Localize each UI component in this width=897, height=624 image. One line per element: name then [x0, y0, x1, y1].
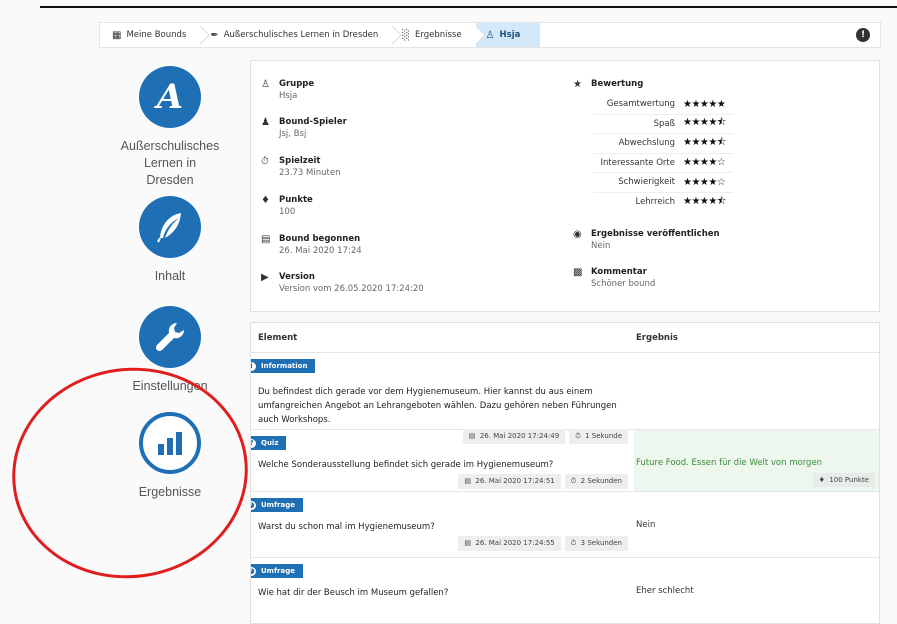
- element-type-badge: ◕ Umfrage: [251, 498, 303, 512]
- results-table: Element Ergebnis i Information Du befind…: [250, 322, 880, 624]
- table-row: ? Quiz Welche Sonderausstellung befindet…: [251, 430, 879, 492]
- result-cell: Future Food. Essen für die Welt von morg…: [634, 430, 879, 491]
- timestamp-badge: ▤ 26. Mai 2020 17:24:55: [458, 536, 561, 551]
- sidebar-item-bound[interactable]: A Außerschulisches Lernen in Dresden: [120, 66, 220, 189]
- duration-badge: ⏱ 3 Sekunden: [564, 536, 628, 551]
- wrench-icon: [139, 306, 201, 368]
- details-panel: ♙ Gruppe Hsja ♟ Bound-Spieler Jsj, Bsj ⏱…: [250, 60, 880, 312]
- comments-icon: ▩: [573, 267, 583, 278]
- element-text: Warst du schon mal im Hygienemuseum?: [258, 522, 435, 532]
- star-icon: ★: [573, 79, 582, 90]
- feather-icon: [139, 196, 201, 258]
- group-icon: ♙: [261, 79, 270, 90]
- play-icon: ▶: [261, 272, 269, 283]
- answer-text: Future Food. Essen für die Welt von morg…: [636, 458, 823, 468]
- stars-icon: ★★★★⯪: [683, 195, 726, 207]
- rating-row-abwechslung: Abwechslung ★★★★⯪: [593, 134, 733, 154]
- duration-badge: ⏱ 2 Sekunden: [564, 474, 628, 489]
- rating-row-lehrreich: Lehrreich ★★★★⯪: [593, 193, 733, 213]
- stopwatch-icon: ⏱: [261, 156, 269, 167]
- trophy-icon: ♦: [261, 195, 270, 206]
- info-icon[interactable]: !: [856, 28, 870, 42]
- sidebar-item-einstellungen[interactable]: Einstellungen: [120, 306, 220, 395]
- grid-icon: ▦: [112, 29, 122, 41]
- detail-begonnen: ▤ Bound begonnen 26. Mai 2020 17:24: [261, 234, 362, 256]
- rating-heading: ★ Bewertung: [573, 79, 644, 90]
- question-circle-icon: ?: [251, 438, 256, 448]
- bar-chart-icon: [139, 412, 201, 474]
- rating-row-orte: Interessante Orte ★★★★☆: [593, 154, 733, 173]
- sidebar-item-ergebnisse[interactable]: Ergebnisse: [120, 412, 220, 501]
- result-cell: Nein: [634, 492, 879, 557]
- breadcrumb-ergebnisse[interactable]: ░ Ergebnisse: [392, 23, 475, 47]
- table-row: ◕ Umfrage Warst du schon mal im Hygienem…: [251, 492, 879, 558]
- stars-icon: ★★★★★: [683, 98, 726, 110]
- bar-chart-icon: ░: [402, 29, 410, 41]
- sidebar-item-label: Ergebnisse: [138, 485, 202, 499]
- rating-row-spass: Spaß ★★★★⯪: [593, 115, 733, 134]
- result-cell: [634, 353, 879, 429]
- user-icon: ♟: [261, 117, 270, 128]
- logo-a-icon: A: [139, 66, 201, 128]
- detail-veroeffentlichen: ◉ Ergebnisse veröffentlichen Nein: [573, 229, 720, 251]
- breadcrumb: ▦ Meine Bounds ✒ Außerschulisches Lernen…: [99, 22, 881, 48]
- detail-spieler: ♟ Bound-Spieler Jsj, Bsj: [261, 117, 347, 139]
- timestamp-badge: ▤ 26. Mai 2020 17:24:51: [458, 474, 561, 489]
- detail-gruppe: ♙ Gruppe Hsja: [261, 79, 315, 101]
- detail-spielzeit: ⏱ Spielzeit 23.73 Minuten: [261, 156, 341, 178]
- table-row: i Information Du befindest dich gerade v…: [251, 353, 879, 444]
- globe-icon: ◉: [573, 229, 582, 240]
- element-text: Wie hat dir der Beusch im Museum gefalle…: [258, 588, 449, 598]
- table-row: ◕ Umfrage Wie hat dir der Beusch im Muse…: [251, 558, 879, 618]
- element-type-badge: ? Quiz: [251, 436, 287, 450]
- element-text: Welche Sonderausstellung befindet sich g…: [258, 460, 554, 470]
- feather-icon: ✒: [210, 29, 219, 41]
- sidebar-item-label: Außerschulisches Lernen in Dresden: [120, 139, 220, 187]
- results-header: Element Ergebnis: [251, 323, 879, 353]
- answer-text: Eher schlecht: [636, 586, 694, 596]
- breadcrumb-bound[interactable]: ✒ Außerschulisches Lernen in Dresden: [200, 23, 392, 47]
- top-border-line: [40, 6, 897, 8]
- result-cell: Eher schlecht: [634, 558, 879, 618]
- group-icon: ♙: [485, 29, 495, 41]
- sidebar-item-inhalt[interactable]: Inhalt: [120, 196, 220, 285]
- detail-version: ▶ Version Version vom 26.05.2020 17:24:2…: [261, 272, 424, 294]
- stars-icon: ★★★★⯪: [683, 117, 726, 129]
- pie-chart-icon: ◕: [251, 566, 256, 576]
- detail-kommentar: ▩ Kommentar Schöner bound: [573, 267, 656, 289]
- element-type-badge: ◕ Umfrage: [251, 564, 303, 578]
- sidebar-item-label: Inhalt: [154, 269, 186, 283]
- calendar-icon: ▤: [261, 234, 271, 245]
- rating-row-gesamtwertung: Gesamtwertung ★★★★★: [593, 95, 733, 115]
- detail-punkte: ♦ Punkte 100: [261, 195, 313, 217]
- stars-icon: ★★★★☆: [683, 176, 726, 188]
- rating-row-schwierigkeit: Schwierigkeit ★★★★☆: [593, 173, 733, 193]
- rating-list: Gesamtwertung ★★★★★ Spaß ★★★★⯪ Abwechslu…: [593, 95, 733, 212]
- answer-text: Nein: [636, 520, 656, 530]
- pie-chart-icon: ◕: [251, 500, 256, 510]
- stars-icon: ★★★★☆: [683, 157, 726, 169]
- info-circle-icon: i: [251, 361, 256, 371]
- sidebar-item-label: Einstellungen: [132, 379, 208, 393]
- stars-icon: ★★★★⯪: [683, 136, 726, 148]
- breadcrumb-meine-bounds[interactable]: ▦ Meine Bounds: [100, 23, 200, 47]
- element-type-badge: i Information: [251, 359, 316, 373]
- points-badge: ♦ 100 Punkte: [812, 473, 875, 487]
